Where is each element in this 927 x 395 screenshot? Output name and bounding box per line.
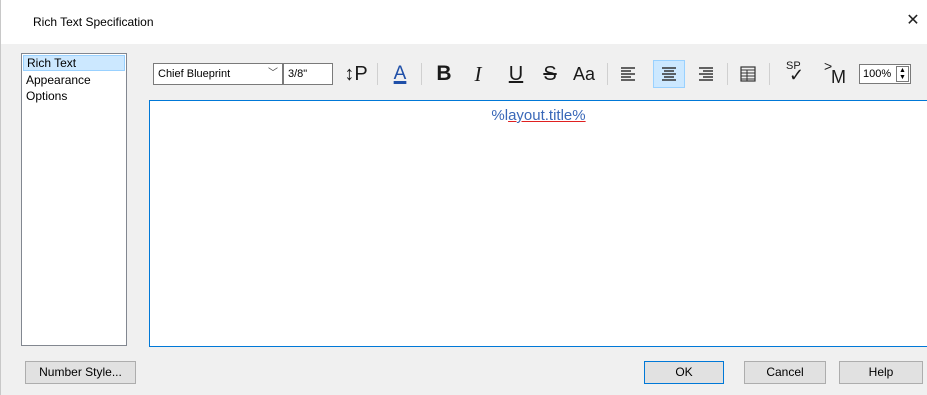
macro-label: M	[831, 67, 846, 87]
paragraph-spacing-icon: ↕P	[344, 63, 368, 85]
sidebar-item-rich-text[interactable]: Rich Text	[23, 55, 125, 71]
font-color-icon: A	[393, 63, 407, 84]
chevron-down-icon: ﹀	[268, 68, 278, 79]
underline-icon: U	[508, 63, 524, 85]
checkmark-icon: ✓	[789, 65, 805, 85]
editor-content: %layout.title%	[150, 107, 927, 124]
spell-check-button[interactable]: SP ✓	[779, 60, 813, 88]
title-bar: Rich Text Specification ✕	[1, 0, 927, 44]
toolbar-separator	[421, 63, 422, 85]
font-size-value: 3/8"	[288, 68, 308, 80]
align-center-icon	[662, 67, 676, 81]
rich-text-editor[interactable]: %layout.title%	[149, 100, 927, 347]
font-family-value: Chief Blueprint	[158, 68, 231, 80]
category-list[interactable]: Rich Text Appearance Options	[21, 53, 127, 346]
close-icon[interactable]: ✕	[902, 10, 924, 32]
font-color-button[interactable]: A	[387, 60, 413, 88]
underline-button[interactable]: U	[503, 60, 529, 88]
bold-button[interactable]: B	[431, 60, 457, 88]
strikethrough-button[interactable]: S	[537, 60, 563, 88]
strikethrough-icon: S	[543, 63, 557, 85]
sidebar-item-label: Appearance	[26, 73, 91, 87]
sidebar-item-label: Options	[26, 89, 68, 103]
dialog-title: Rich Text Specification	[33, 15, 154, 29]
paragraph-spacing-button[interactable]: ↕P	[339, 60, 373, 88]
bold-icon: B	[436, 62, 452, 85]
sidebar-item-label: Rich Text	[27, 56, 77, 70]
number-style-button[interactable]: Number Style...	[25, 361, 136, 384]
rich-text-specification-dialog: Rich Text Specification ✕ Rich Text Appe…	[0, 0, 927, 395]
formatting-toolbar: Chief Blueprint ﹀ 3/8" ↕P A B I U S Aa S…	[149, 56, 927, 92]
insert-macro-button[interactable]: > M	[819, 58, 853, 88]
change-case-icon: Aa	[572, 64, 596, 84]
cancel-button[interactable]: Cancel	[744, 361, 826, 384]
change-case-button[interactable]: Aa	[569, 60, 599, 88]
table-icon	[740, 66, 756, 82]
editor-text-start: %l	[491, 107, 509, 124]
toolbar-separator	[607, 63, 608, 85]
font-family-select[interactable]: Chief Blueprint ﹀	[153, 63, 283, 85]
align-left-button[interactable]	[615, 60, 641, 88]
italic-button[interactable]: I	[465, 60, 491, 88]
spell-check-icon: SP ✓	[782, 60, 810, 88]
help-button[interactable]: Help	[839, 361, 923, 384]
italic-icon: I	[474, 62, 482, 86]
align-right-icon	[699, 67, 713, 81]
zoom-field[interactable]: 100% ▲ ▼	[859, 64, 911, 84]
ok-button[interactable]: OK	[644, 361, 724, 384]
align-left-icon	[621, 67, 635, 81]
sidebar-item-appearance[interactable]: Appearance	[22, 72, 126, 88]
align-center-button[interactable]	[653, 60, 685, 88]
toolbar-separator	[727, 63, 728, 85]
sidebar-item-options[interactable]: Options	[22, 88, 126, 104]
toolbar-separator	[377, 63, 378, 85]
macro-icon: > M	[821, 58, 851, 88]
toolbar-separator	[769, 63, 770, 85]
zoom-spinner-icon[interactable]: ▲ ▼	[896, 66, 909, 82]
align-right-button[interactable]	[693, 60, 719, 88]
editor-text-underlined: ayout.title%	[508, 107, 586, 124]
font-size-select[interactable]: 3/8"	[283, 63, 333, 85]
insert-table-button[interactable]	[735, 60, 761, 88]
zoom-value: 100%	[863, 68, 892, 80]
